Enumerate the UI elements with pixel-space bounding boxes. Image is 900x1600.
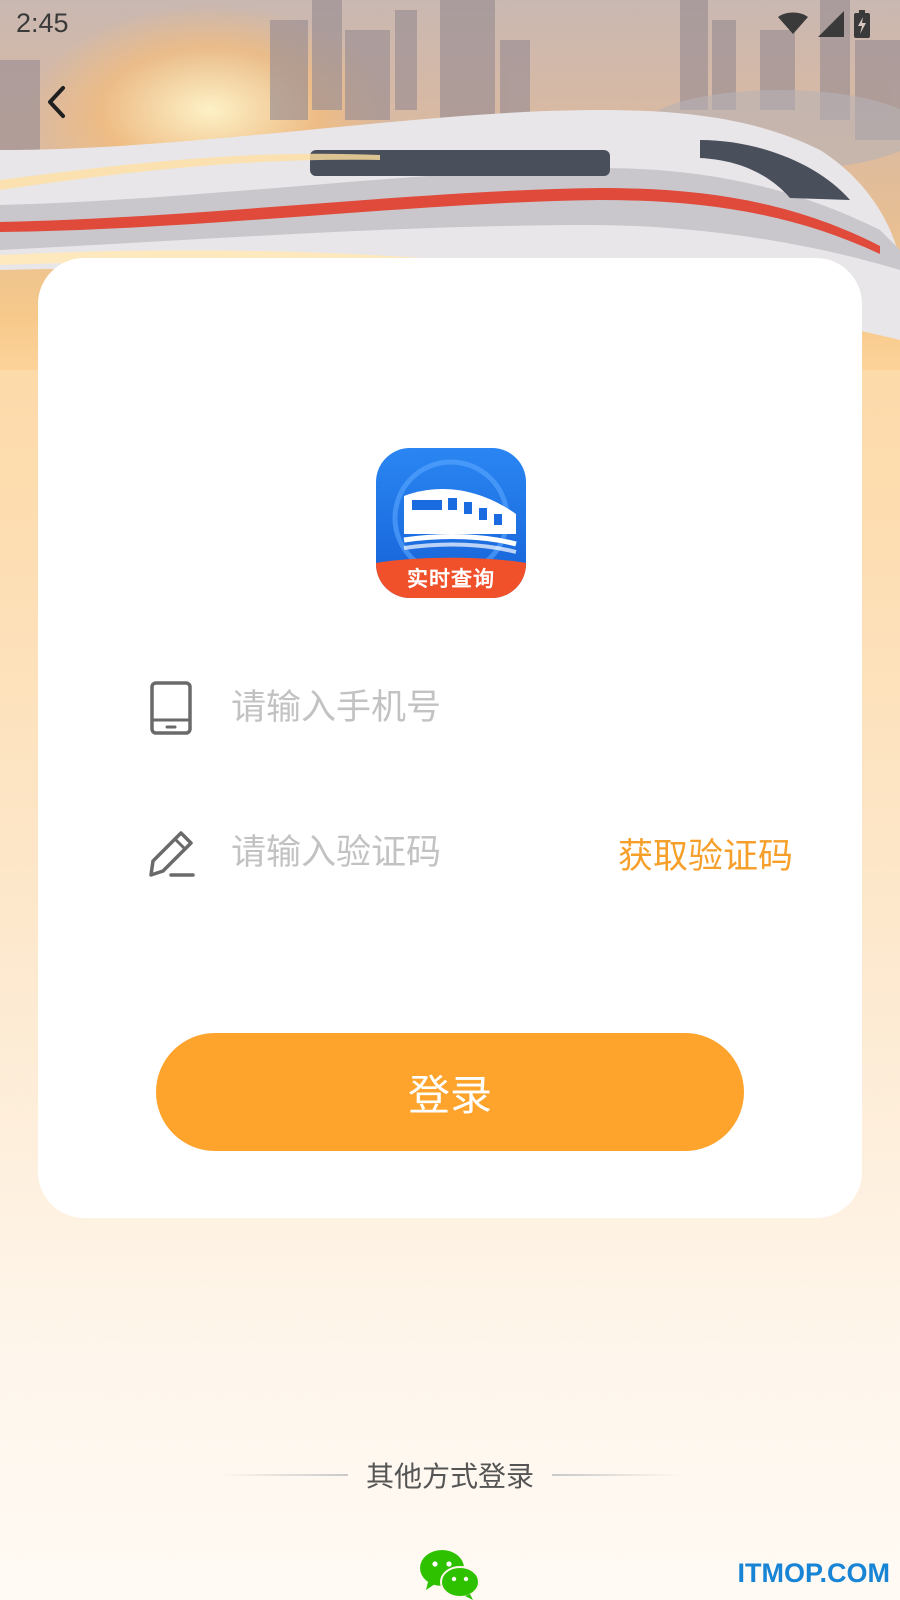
login-button[interactable]: 登录 [156, 1033, 744, 1151]
status-icons [778, 10, 870, 38]
app-logo: 实时查询 [376, 448, 526, 598]
battery-icon [854, 10, 870, 38]
phone-icon [150, 681, 192, 735]
divider [552, 1474, 682, 1476]
wifi-icon [778, 12, 808, 34]
divider [217, 1474, 348, 1476]
signal-icon [818, 11, 844, 37]
code-input[interactable] [231, 823, 561, 883]
status-time: 2:45 [16, 8, 69, 38]
phone-field-row [143, 668, 803, 748]
other-login-label: 其他方式登录 [365, 1460, 534, 1493]
status-bar: 2:45 [0, 0, 900, 50]
phone-input[interactable] [231, 678, 561, 738]
login-card: 实时查询 获取验证码 登录 [38, 258, 862, 1218]
code-field-row: 获取验证码 [143, 813, 803, 893]
wechat-login-button[interactable] [420, 1548, 480, 1600]
logo-badge-text: 实时查询 [407, 567, 495, 591]
wechat-icon [420, 1550, 480, 1600]
pencil-icon [149, 831, 195, 877]
chevron-left-icon [48, 86, 65, 118]
get-code-button[interactable]: 获取验证码 [618, 828, 793, 879]
back-button[interactable] [36, 82, 76, 122]
other-login-section: 其他方式登录 [0, 1455, 900, 1495]
watermark: ITMOP.COM [737, 1558, 890, 1588]
